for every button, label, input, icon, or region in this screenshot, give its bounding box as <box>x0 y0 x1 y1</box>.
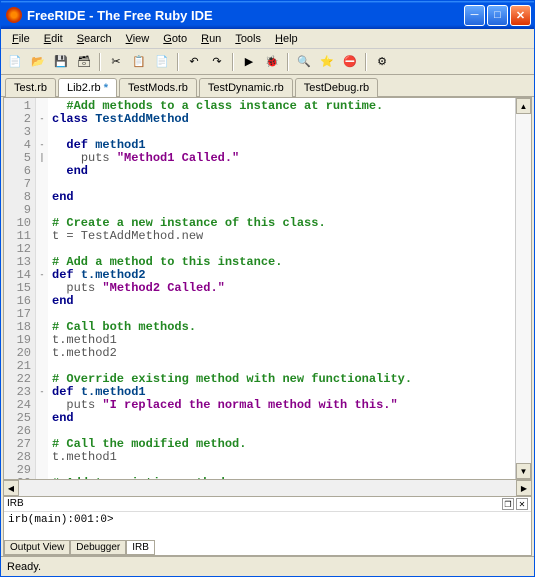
editor-area: 1234567891011121314151617181920212223242… <box>3 97 532 480</box>
app-icon <box>6 7 22 23</box>
output-panel: IRB ❐ ✕ irb(main):001:0> Output ViewDebu… <box>3 496 532 556</box>
menu-run[interactable]: Run <box>194 31 228 47</box>
paste-icon[interactable]: 📄 <box>152 52 172 72</box>
line-gutter: 1234567891011121314151617181920212223242… <box>4 98 36 479</box>
panel-close-icon[interactable]: ✕ <box>516 498 528 510</box>
status-text: Ready. <box>7 561 41 573</box>
copy-icon[interactable]: 📋 <box>129 52 149 72</box>
statusbar: Ready. <box>1 556 534 576</box>
menu-view[interactable]: View <box>119 31 157 47</box>
fold-gutter[interactable]: --|--- <box>36 98 48 479</box>
tab-testmods-rb[interactable]: TestMods.rb <box>119 78 197 97</box>
open-icon[interactable]: 📂 <box>28 52 48 72</box>
scroll-right-button[interactable]: ▶ <box>516 480 532 496</box>
irb-console[interactable]: irb(main):001:0> <box>4 512 531 540</box>
code-editor[interactable]: #Add methods to a class instance at runt… <box>48 98 515 479</box>
find-icon[interactable]: 🔍 <box>294 52 314 72</box>
scroll-track[interactable] <box>516 114 531 463</box>
menubar: FileEditSearchViewGotoRunToolsHelp <box>1 29 534 49</box>
scroll-up-button[interactable]: ▲ <box>516 98 531 114</box>
cancel-icon[interactable]: ⛔ <box>340 52 360 72</box>
new-icon[interactable]: 📄 <box>5 52 25 72</box>
menu-tools[interactable]: Tools <box>228 31 268 47</box>
undo-icon[interactable]: ↶ <box>184 52 204 72</box>
settings-icon[interactable]: ⚙ <box>372 52 392 72</box>
tab-test-rb[interactable]: Test.rb <box>5 78 56 97</box>
cut-icon[interactable]: ✂ <box>106 52 126 72</box>
redo-icon[interactable]: ↷ <box>207 52 227 72</box>
horizontal-scrollbar[interactable]: ◀ ▶ <box>3 480 532 496</box>
tab-testdebug-rb[interactable]: TestDebug.rb <box>295 78 378 97</box>
debug-icon[interactable]: 🐞 <box>262 52 282 72</box>
scroll-track-h[interactable] <box>19 480 516 496</box>
menu-edit[interactable]: Edit <box>37 31 70 47</box>
menu-goto[interactable]: Goto <box>156 31 194 47</box>
minimize-button[interactable]: ─ <box>464 5 485 26</box>
toolbar: 📄📂💾🗃✂📋📄↶↷▶🐞🔍⭐⛔⚙ <box>1 49 534 75</box>
scroll-down-button[interactable]: ▼ <box>516 463 531 479</box>
menu-search[interactable]: Search <box>70 31 119 47</box>
app-window: FreeRIDE - The Free Ruby IDE ─ □ ✕ FileE… <box>0 0 535 577</box>
window-title: FreeRIDE - The Free Ruby IDE <box>27 8 464 23</box>
saveall-icon[interactable]: 🗃 <box>74 52 94 72</box>
menu-help[interactable]: Help <box>268 31 305 47</box>
undock-icon[interactable]: ❐ <box>502 498 514 510</box>
tab-testdynamic-rb[interactable]: TestDynamic.rb <box>199 78 293 97</box>
output-tabs: Output ViewDebuggerIRB <box>4 540 531 555</box>
maximize-button[interactable]: □ <box>487 5 508 26</box>
close-button[interactable]: ✕ <box>510 5 531 26</box>
bookmark-icon[interactable]: ⭐ <box>317 52 337 72</box>
output-tab-debugger[interactable]: Debugger <box>70 540 126 555</box>
scroll-left-button[interactable]: ◀ <box>3 480 19 496</box>
titlebar[interactable]: FreeRIDE - The Free Ruby IDE ─ □ ✕ <box>1 1 534 29</box>
run-icon[interactable]: ▶ <box>239 52 259 72</box>
output-tab-irb[interactable]: IRB <box>126 540 155 555</box>
tab-lib2-rb[interactable]: Lib2.rb * <box>58 78 117 97</box>
menu-file[interactable]: File <box>5 31 37 47</box>
editor-tabs: Test.rbLib2.rb *TestMods.rbTestDynamic.r… <box>1 75 534 97</box>
vertical-scrollbar[interactable]: ▲ ▼ <box>515 98 531 479</box>
output-title: IRB <box>7 498 24 510</box>
output-tab-output-view[interactable]: Output View <box>4 540 70 555</box>
save-icon[interactable]: 💾 <box>51 52 71 72</box>
